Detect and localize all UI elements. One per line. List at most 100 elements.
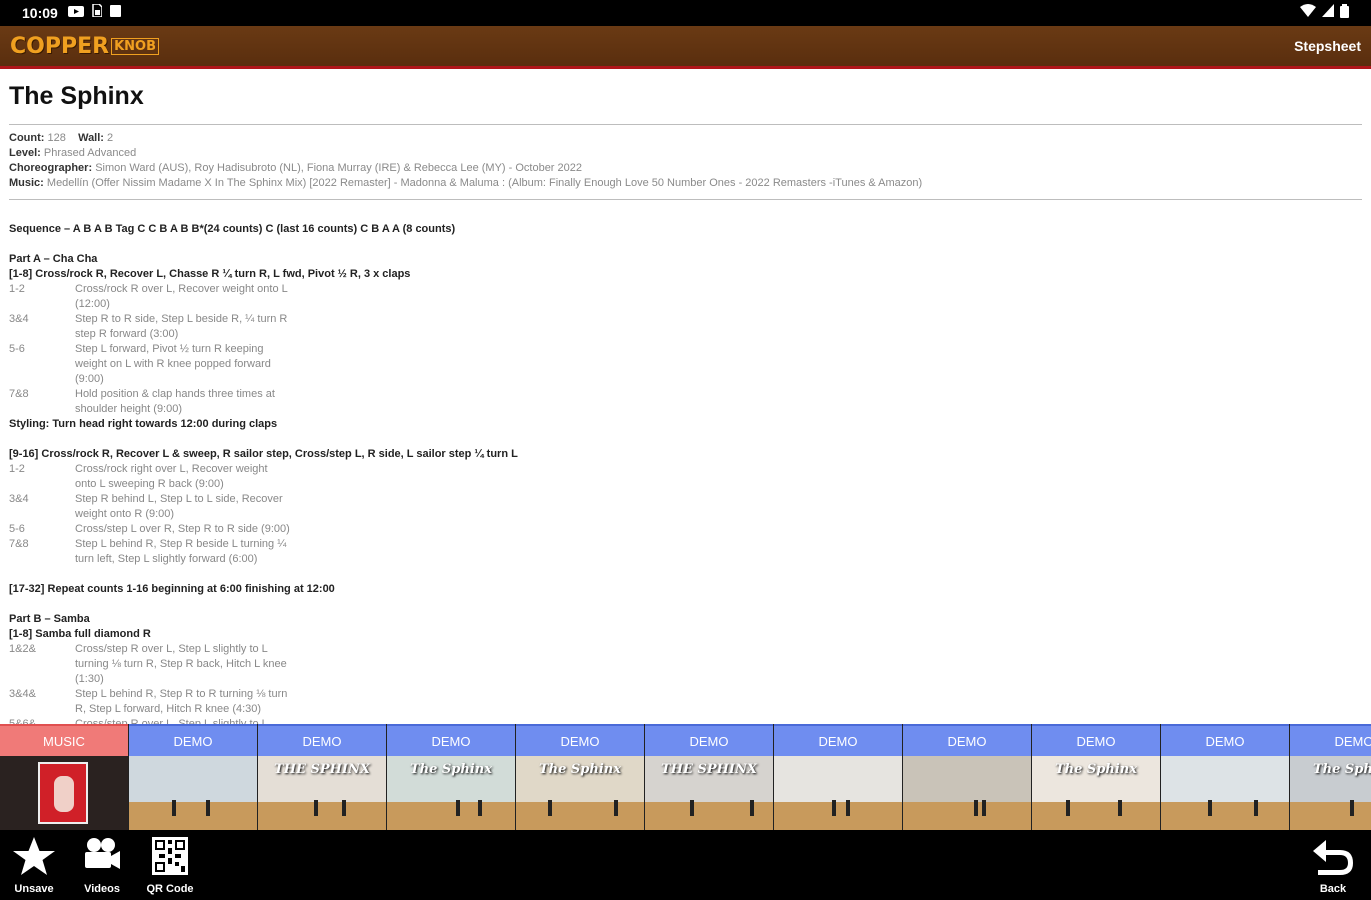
video-thumbnail [774, 756, 902, 830]
step-row: 5-6 Cross/step L over R, Step R to R side… [9, 522, 1362, 537]
part-b-title: Part B – Samba [9, 613, 90, 625]
step-description: Step R to R side, Step L beside R, ¼ tur… [75, 312, 325, 342]
screen: 10:09 COPPER KNOB Stepsheet The Sphinx C… [0, 0, 1371, 900]
step-sheet: Sequence – A B A B Tag C C B A B B*(24 c… [9, 222, 1362, 724]
demo-video-tile[interactable]: DEMO [774, 724, 903, 830]
video-thumbnail [129, 756, 257, 830]
step-description-line: Cross/rock R over L, Recover weight onto… [75, 283, 288, 295]
tile-label: DEMO [516, 724, 644, 756]
qr-code-icon [151, 836, 189, 881]
clipboard-icon [109, 4, 121, 22]
choreographer-value: Simon Ward (AUS), Roy Hadisubroto (NL), … [95, 162, 582, 174]
styling-note: Styling: Turn head right towards 12:00 d… [9, 418, 278, 430]
qr-code-label: QR Code [146, 883, 194, 895]
step-count: 5-6 [9, 523, 25, 535]
step-row: 1-2 Cross/rock right over L, Recover weig… [9, 462, 1362, 492]
tile-label: DEMO [1290, 724, 1371, 756]
stepsheet-tab[interactable]: Stepsheet [1294, 38, 1361, 54]
dance-meta: Count: 128 Wall: 2 Level: Phrased Advanc… [9, 131, 1362, 191]
step-count: 7&8 [9, 538, 29, 550]
step-description-line: (1:30) [75, 673, 104, 685]
step-description-line: turning ⅛ turn R, Step R back, Hitch L k… [75, 658, 287, 670]
copperknob-logo[interactable]: COPPER KNOB [10, 34, 159, 59]
tile-label: MUSIC [0, 724, 128, 756]
demo-video-tile[interactable]: DEMO The Sphinx [387, 724, 516, 830]
video-thumbnail [903, 756, 1031, 830]
step-description-line: onto L sweeping R back (9:00) [75, 478, 224, 490]
movie-camera-icon [82, 836, 122, 881]
demo-video-tile[interactable]: DEMO The Sphinx [516, 724, 645, 830]
demo-video-tile[interactable]: DEMO The Sphinx [1032, 724, 1161, 830]
sim-card-icon [92, 3, 103, 22]
step-count: 1&2& [9, 643, 36, 655]
dance-title: The Sphinx [9, 82, 144, 110]
video-thumbnail [1161, 756, 1289, 830]
divider [9, 124, 1362, 125]
unsave-button[interactable]: Unsave [0, 836, 68, 895]
step-row: 5&6& Cross/step R over L, Step L slightly… [9, 717, 1362, 724]
stepsheet-content[interactable]: The Sphinx Count: 128 Wall: 2 Level: Phr… [0, 72, 1371, 724]
step-description: Cross/step R over L, Step L slightly to … [75, 642, 325, 687]
step-description-line: weight on L with R knee popped forward [75, 358, 271, 370]
step-description: Cross/step L over R, Step R to R side (9… [75, 522, 325, 537]
step-row: 5-6 Step L forward, Pivot ½ turn R keepin… [9, 342, 1362, 387]
music-value: Medellín (Offer Nissim Madame X In The S… [46, 177, 923, 189]
step-description-line: (12:00) [75, 298, 110, 310]
status-bar: 10:09 [0, 0, 1371, 26]
thumbnail-caption: The Sphinx [1055, 762, 1137, 777]
step-row: 7&8 Hold position & clap hands three time… [9, 387, 1362, 417]
music-tile[interactable]: MUSIC [0, 724, 129, 830]
back-arrow-icon [1310, 836, 1356, 881]
videos-button[interactable]: Videos [68, 836, 136, 895]
logo-text: COPPER [10, 33, 110, 59]
demo-video-tile[interactable]: DEMO [1161, 724, 1290, 830]
divider [9, 199, 1362, 200]
step-count: 3&4& [9, 688, 36, 700]
step-list: 1&2& Cross/step R over L, Step L slightly… [9, 642, 1362, 724]
choreographer-label: Choreographer: [9, 162, 93, 174]
step-description-line: Hold position & clap hands three times a… [75, 388, 275, 400]
thumbnail-caption: THE SPHINX [274, 762, 370, 777]
step-count: 1-2 [9, 463, 25, 475]
star-icon [11, 836, 57, 881]
step-description-line: Cross/step R over L, Step L slightly to … [75, 718, 268, 724]
youtube-notification-icon [67, 4, 84, 22]
step-row: 7&8 Step L behind R, Step R beside L turn… [9, 537, 1362, 567]
step-count: 3&4 [9, 493, 29, 505]
demo-video-tile[interactable]: DEMO THE SPHINX [258, 724, 387, 830]
step-description-line: Cross/rock right over L, Recover weight [75, 463, 268, 475]
thumbnail-caption: The Sphinx [1313, 762, 1371, 777]
music-label: Music: [9, 177, 44, 189]
demo-video-tile[interactable]: DEMO [129, 724, 258, 830]
qr-code-button[interactable]: QR Code [136, 836, 204, 895]
step-description-line: weight onto R (9:00) [75, 508, 175, 520]
step-row: 3&4 Step R behind L, Step L to L side, Re… [9, 492, 1362, 522]
step-row: 1&2& Cross/step R over L, Step L slightly… [9, 642, 1362, 687]
step-description-line: turn left, Step L slightly forward (6:00… [75, 553, 258, 565]
step-count: 5-6 [9, 343, 25, 355]
sequence-text: Sequence – A B A B Tag C C B A B B*(24 c… [9, 223, 456, 235]
step-count: 5&6& [9, 718, 36, 724]
step-description: Cross/step R over L, Step L slightly to … [75, 717, 325, 724]
tile-label: DEMO [387, 724, 515, 756]
thumbnail-caption: The Sphinx [410, 762, 492, 777]
demo-video-tile[interactable]: DEMO The Sphinx [1290, 724, 1371, 830]
section-heading: [1-8] Cross/rock R, Recover L, Chasse R … [9, 268, 411, 280]
tile-label: DEMO [1032, 724, 1160, 756]
battery-icon [1340, 3, 1349, 23]
back-button[interactable]: Back [1299, 836, 1367, 895]
thumbnail-caption: The Sphinx [539, 762, 621, 777]
app-bar: COPPER KNOB Stepsheet [0, 26, 1371, 69]
section-heading: [9-16] Cross/rock R, Recover L & sweep, … [9, 448, 518, 460]
step-description-line: (9:00) [75, 373, 104, 385]
media-strip[interactable]: MUSIC DEMO DEMO THE SPHINX DEMO The Sphinx DEM… [0, 724, 1371, 830]
step-description: Step R behind L, Step L to L side, Recov… [75, 492, 325, 522]
step-description-line: shoulder height (9:00) [75, 403, 183, 415]
tile-label: DEMO [774, 724, 902, 756]
demo-video-tile[interactable]: DEMO THE SPHINX [645, 724, 774, 830]
part-a-title: Part A – Cha Cha [9, 253, 98, 265]
demo-video-tile[interactable]: DEMO [903, 724, 1032, 830]
level-value: Phrased Advanced [43, 147, 137, 159]
step-description-line: Step L forward, Pivot ½ turn R keeping [75, 343, 264, 355]
step-description-line: Cross/step L over R, Step R to R side (9… [75, 523, 290, 535]
